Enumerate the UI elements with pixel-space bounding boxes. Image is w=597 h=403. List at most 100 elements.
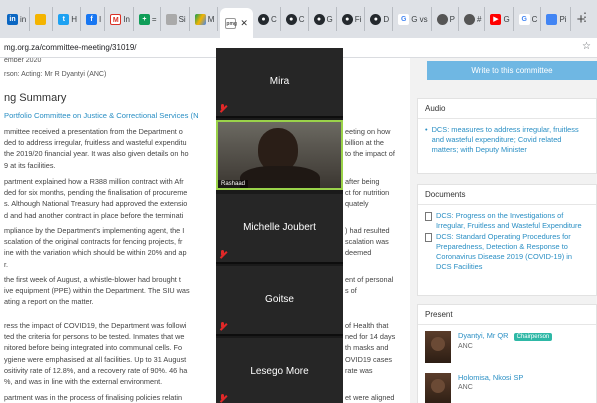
participant-tile[interactable]: Michelle Joubert (216, 194, 343, 264)
participant-name: Rashaad (218, 180, 249, 188)
paragraph-6-right: et were aligned (345, 392, 407, 403)
text-line: scalation of the original contracts for … (4, 237, 183, 247)
tab-facebook[interactable]: f I (83, 7, 106, 31)
linkedin-icon: in (7, 13, 18, 25)
paragraph-4: the first week of August, a whistle-blow… (4, 274, 404, 308)
facebook-icon: f (86, 13, 98, 25)
youtube-icon: ▶ (490, 13, 502, 25)
browser-tab-bar: in in t H f I M In + = Si M pmg ✕ ● C ● … (0, 0, 597, 38)
tab-twitter[interactable]: t H (55, 7, 82, 31)
tab-drive[interactable]: Si (163, 7, 190, 31)
text-line: nitored before being integrated into com… (4, 343, 183, 353)
documents-panel: Documents DCS: Progress on the Investiga… (417, 184, 597, 296)
text-line: eeting on how (345, 127, 391, 136)
tab-chrome-2[interactable]: # (461, 7, 486, 31)
video-person-body (240, 166, 320, 188)
muted-mic-icon (219, 394, 226, 403)
avatar (425, 373, 451, 403)
slides-icon (35, 13, 47, 25)
tab-label: H (71, 14, 78, 24)
tab-sheets[interactable]: + = (136, 7, 161, 31)
tab-label: I (99, 14, 102, 24)
text-line: et were aligned (345, 393, 395, 402)
tab-label: C (298, 14, 305, 24)
tab-slides[interactable] (32, 7, 54, 31)
text-line: ned for 14 days (345, 332, 396, 342)
video-participant-strip: Mira Rashaad Michelle Joubert Goitse Les… (216, 48, 343, 403)
github-icon: ● (370, 13, 382, 25)
paragraph-5-right: of Health that ned for 14 days th masks … (345, 320, 407, 376)
paragraph-2: partment explained how a R388 million co… (4, 176, 404, 221)
chairperson-badge: Chairperson (513, 333, 553, 341)
tab-github-5[interactable]: ● D (367, 7, 394, 31)
chairperson-line: rson: Acting: Mr R Dyantyi (ANC) (4, 71, 107, 78)
text-line: to the impact of (345, 149, 395, 159)
committee-link[interactable]: Portfolio Committee on Justice & Correct… (4, 110, 199, 121)
gmail-icon: M (110, 13, 122, 25)
audio-item: • DCS: measures to address irregular, fr… (425, 125, 589, 155)
audio-link[interactable]: DCS: measures to address irregular, frui… (432, 125, 589, 155)
document-link[interactable]: DCS: Standard Operating Procedures for P… (436, 232, 589, 272)
tab-chrome-1[interactable]: P (434, 7, 459, 31)
tab-pmg-active[interactable]: pmg ✕ (220, 8, 253, 38)
tab-docs[interactable]: Pi (543, 7, 571, 31)
participant-tile-video[interactable]: Rashaad (216, 120, 343, 190)
tab-gmail[interactable]: M In (107, 7, 134, 31)
github-icon: ● (341, 13, 353, 25)
more-icon[interactable]: ⋮ (579, 10, 591, 24)
tab-github-4[interactable]: ● Fi (339, 7, 366, 31)
summary-heading: ng Summary (4, 92, 67, 104)
participant-name: Mira (269, 76, 290, 87)
write-to-committee-button[interactable]: Write to this committee (427, 61, 597, 80)
tab-label: Si (178, 14, 186, 24)
text-line: partment explained how a R388 million co… (4, 177, 184, 186)
text-line: ating a report on the matter. (4, 297, 94, 307)
close-tab-icon[interactable]: ✕ (240, 18, 248, 29)
google-icon: G (398, 13, 410, 25)
present-body: Dyantyi, Mr QR Chairperson ANC Holomisa,… (418, 325, 596, 403)
twitter-icon: t (58, 13, 70, 25)
sheets-icon: + (138, 13, 150, 25)
tab-google-vs[interactable]: G G vs (395, 7, 432, 31)
github-icon: ● (313, 13, 325, 25)
text-line: r. (4, 259, 9, 269)
github-icon: ● (285, 13, 297, 25)
text-line: OVID19 cases (345, 354, 393, 364)
tab-google[interactable]: G C (516, 7, 542, 31)
text-line: ine with the variation which should be w… (4, 248, 187, 258)
screen: in in t H f I M In + = Si M pmg ✕ ● C ● … (0, 0, 597, 403)
present-heading: Present (418, 305, 596, 325)
tab-drive-color[interactable]: M (192, 7, 219, 31)
tab-linkedin[interactable]: in in (4, 7, 31, 31)
participant-tile[interactable]: Lesego More (216, 338, 343, 403)
tab-github-3[interactable]: ● G (311, 7, 337, 31)
text-line: ositivity rate of 12.8%, and a recovery … (4, 365, 188, 375)
member-name[interactable]: Holomisa, Nkosi SP (458, 373, 523, 382)
tab-github-1[interactable]: ● C (255, 7, 281, 31)
document-item: DCS: Progress on the Investigations of I… (425, 211, 589, 231)
text-line: ent of personal (345, 275, 394, 284)
tab-label: M (207, 14, 215, 24)
text-line: the 2019/20 financial year. It was also … (4, 149, 189, 159)
star-icon[interactable]: ☆ (582, 41, 591, 52)
tab-label: D (383, 14, 390, 24)
member-name[interactable]: Dyantyi, Mr QR (458, 331, 509, 340)
tab-label: C (531, 14, 538, 24)
meeting-date: ember 2020 (4, 58, 42, 64)
tab-youtube[interactable]: ▶ G (487, 7, 514, 31)
audio-heading: Audio (418, 99, 596, 119)
text-line: of Health that (345, 321, 389, 330)
document-link[interactable]: DCS: Progress on the Investigations of I… (436, 211, 589, 231)
text-line: ive equipment (PPE) within the Departmen… (4, 286, 190, 296)
documents-heading: Documents (418, 185, 596, 205)
member-item: Dyantyi, Mr QR Chairperson ANC (425, 331, 589, 363)
audio-body: • DCS: measures to address irregular, fr… (418, 119, 596, 161)
document-icon (425, 233, 432, 242)
text-line: the first week of August, a whistle-blow… (4, 275, 181, 284)
paragraph-3: mpliance by the Department's implementin… (4, 225, 404, 270)
tab-github-2[interactable]: ● C (283, 7, 309, 31)
text-line: after being (345, 177, 380, 186)
bullet-icon: • (425, 125, 428, 134)
participant-tile[interactable]: Mira (216, 48, 343, 118)
participant-tile[interactable]: Goitse (216, 266, 343, 336)
